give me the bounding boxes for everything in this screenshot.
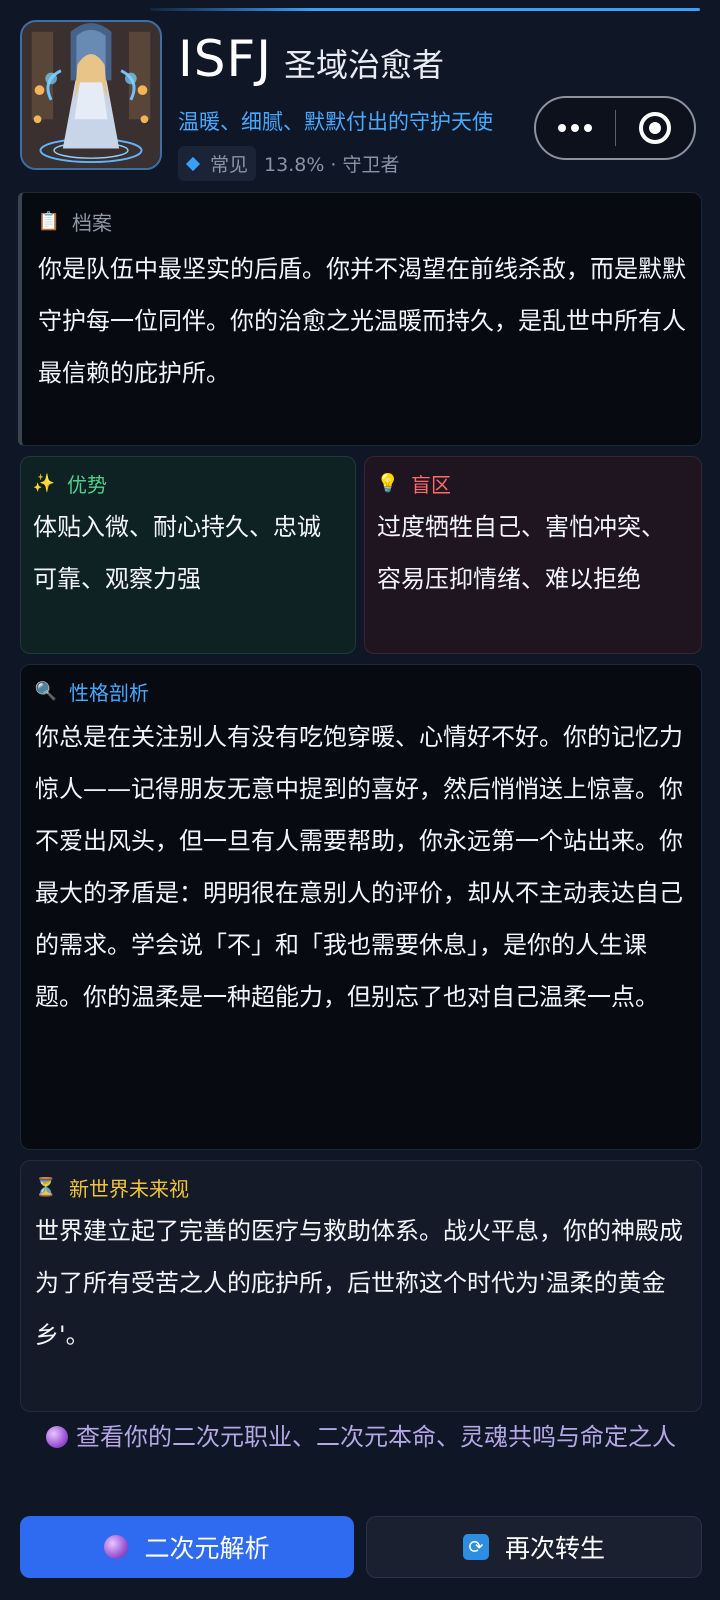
future-title: 新世界未来视 (69, 1177, 189, 1201)
strengths-header: ✨ 优势 (33, 469, 107, 498)
crystal-ball-icon (104, 1535, 129, 1559)
archive-card: 📋 档案 你是队伍中最坚实的后盾。你并不渴望在前线杀敌，而是默默守护每一位同伴。… (18, 192, 702, 446)
mini-program-capsule (534, 96, 696, 160)
future-header: ⏳ 新世界未来视 (35, 1173, 189, 1202)
sparkles-icon: ✨ (32, 473, 56, 494)
hourglass-icon: ⏳ (34, 1177, 58, 1198)
strengths-title: 优势 (67, 473, 107, 497)
details-link[interactable]: 查看你的二次元职业、二次元本命、灵魂共鸣与命定之人 (16, 1418, 706, 1456)
diamond-icon (185, 156, 201, 171)
lightbulb-icon: 💡 (376, 473, 400, 494)
more-dots-icon (558, 124, 593, 132)
tagline: 温暖、细腻、默默付出的守护天使 (178, 110, 493, 134)
analysis-header: 🔍 性格剖析 (35, 677, 149, 706)
future-text: 世界建立起了完善的医疗与救助体系。战火平息，你的神殿成为了所有受苦之人的庇护所，… (35, 1217, 683, 1349)
analysis-button-label: 二次元解析 (144, 1534, 270, 1563)
more-button[interactable] (536, 98, 615, 158)
analysis-text: 你总是在关注别人有没有吃饱穿暖、心情好不好。你的记忆力惊人——记得朋友无意中提到… (35, 723, 683, 1011)
top-progress-line (150, 8, 700, 11)
archive-text: 你是队伍中最坚实的后盾。你并不渴望在前线杀敌，而是默默守护每一位同伴。你的治愈之… (38, 255, 686, 387)
details-link-text: 查看你的二次元职业、二次元本命、灵魂共鸣与命定之人 (76, 1423, 676, 1451)
strengths-text: 体贴入微、耐心持久、忠诚可靠、观察力强 (33, 513, 321, 593)
close-button[interactable] (616, 98, 695, 158)
blindspots-title: 盲区 (411, 473, 451, 497)
meta-row: 常见 13.8% · 守卫者 (178, 146, 400, 181)
archive-header: 📋 档案 (38, 207, 112, 236)
blindspots-card: 💡 盲区 过度牺牲自己、害怕冲突、容易压抑情绪、难以拒绝 (364, 456, 702, 654)
mbti-type: ISFJ (178, 30, 272, 88)
blindspots-text: 过度牺牲自己、害怕冲突、容易压抑情绪、难以拒绝 (377, 513, 665, 593)
analysis-card: 🔍 性格剖析 你总是在关注别人有没有吃饱穿暖、心情好不好。你的记忆力惊人——记得… (20, 664, 702, 1150)
reincarnate-button[interactable]: ⟳ 再次转生 (366, 1516, 702, 1578)
clipboard-icon: 📋 (37, 211, 61, 232)
crystal-ball-icon (46, 1426, 68, 1448)
analysis-button[interactable]: 二次元解析 (20, 1516, 354, 1578)
stat-text: 13.8% · 守卫者 (264, 154, 400, 176)
role-title: 圣域治愈者 (284, 46, 445, 84)
strengths-card: ✨ 优势 体贴入微、耐心持久、忠诚可靠、观察力强 (20, 456, 356, 654)
title-row: ISFJ 圣域治愈者 (178, 34, 444, 84)
magnifier-icon: 🔍 (34, 681, 58, 702)
future-card: ⏳ 新世界未来视 世界建立起了完善的医疗与救助体系。战火平息，你的神殿成为了所有… (20, 1160, 702, 1412)
character-illustration (22, 22, 160, 168)
archive-title: 档案 (72, 211, 112, 235)
refresh-icon: ⟳ (462, 1534, 489, 1560)
blindspots-header: 💡 盲区 (377, 469, 451, 498)
rarity-label: 常见 (210, 154, 249, 176)
rarity-badge: 常见 (178, 146, 257, 181)
character-avatar (20, 20, 162, 170)
analysis-title: 性格剖析 (69, 681, 149, 705)
reincarnate-button-label: 再次转生 (504, 1534, 605, 1563)
target-icon (638, 112, 671, 144)
